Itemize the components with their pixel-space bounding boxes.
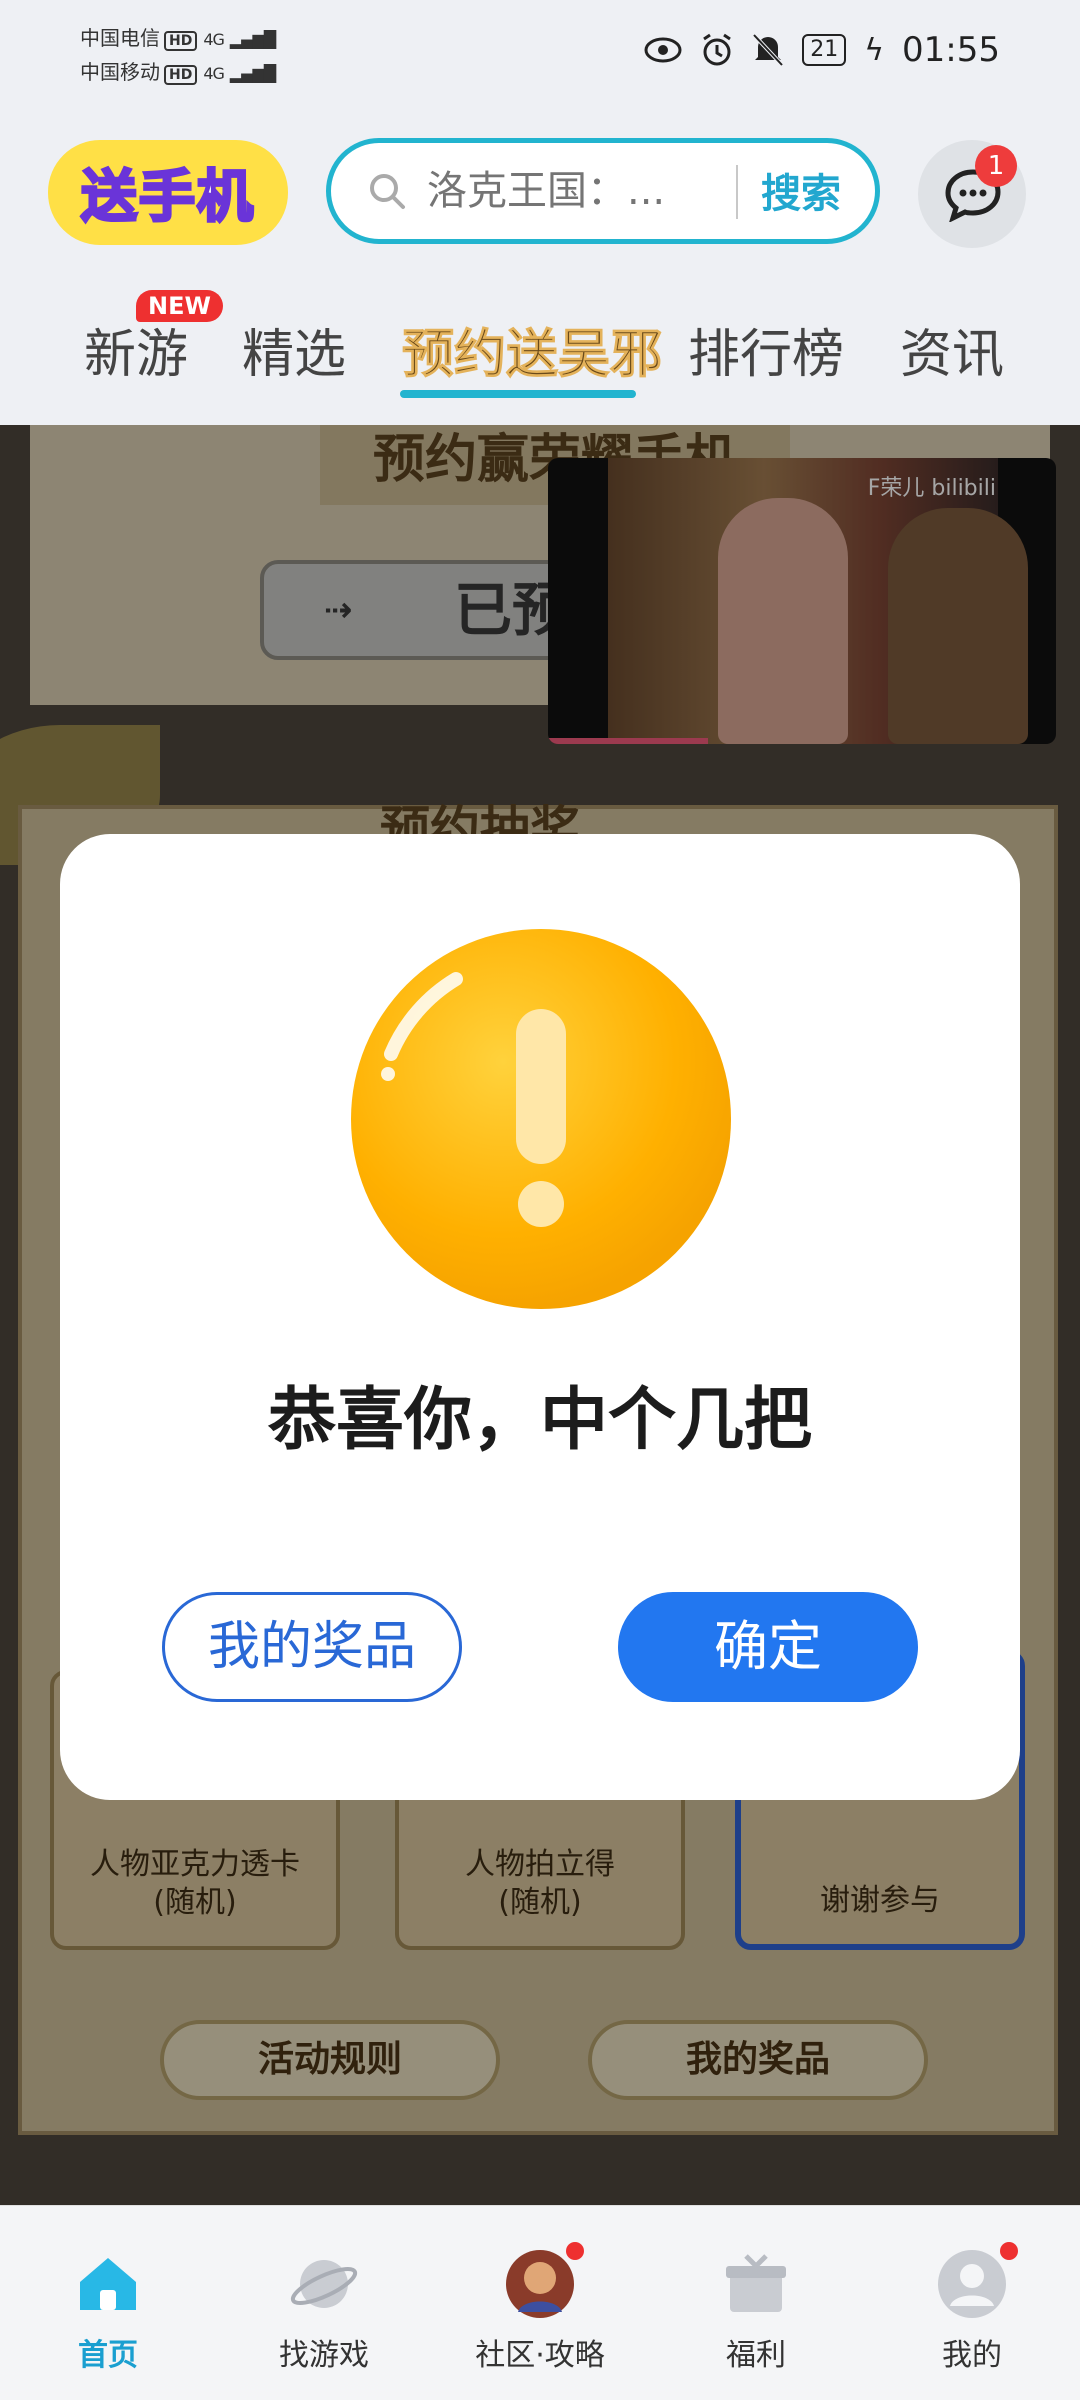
- tab-rankings[interactable]: 排行榜: [688, 312, 844, 387]
- promo-logo-text: 送手机: [80, 164, 255, 232]
- nav-benefits-label: 福利: [726, 2338, 786, 2373]
- search-input[interactable]: [427, 163, 687, 219]
- game-avatar-icon: [506, 2250, 574, 2318]
- user-avatar-icon: [938, 2250, 1006, 2318]
- message-count-badge: 1: [975, 145, 1017, 187]
- nav-profile[interactable]: 我的: [864, 2206, 1080, 2400]
- carrier-info: 中国电信 HD 4G ▂▄▆█ 中国移动 HD 4G ▂▄▆█: [80, 22, 276, 90]
- eye-icon: [644, 37, 682, 63]
- profile-notification-dot: [1000, 2242, 1018, 2260]
- tab-new-games[interactable]: 新游: [84, 312, 188, 387]
- category-tabs: 新游 NEW 精选 预约送吴邪 排行榜 资讯: [0, 290, 1080, 410]
- dialog-title: 恭喜你，中个几把: [267, 1381, 812, 1460]
- planet-icon: [290, 2260, 358, 2308]
- battery-level: 21: [802, 34, 847, 66]
- promo-logo[interactable]: 送手机: [48, 140, 288, 245]
- carrier-2: 中国移动: [80, 60, 160, 84]
- nav-find-games[interactable]: 找游戏: [216, 2206, 432, 2400]
- search-button[interactable]: 搜索: [761, 161, 841, 219]
- status-bar: 中国电信 HD 4G ▂▄▆█ 中国移动 HD 4G ▂▄▆█ 21 ϟ 01:55: [0, 0, 1080, 110]
- search-divider: [736, 165, 738, 219]
- mute-icon: [752, 33, 784, 67]
- network-type: 4G: [203, 30, 225, 49]
- result-dialog: 恭喜你，中个几把 我的奖品 确定: [60, 834, 1020, 1800]
- hd-badge-2: HD: [164, 65, 198, 85]
- charging-icon: ϟ: [864, 32, 885, 68]
- active-tab-indicator: [400, 390, 636, 398]
- nav-profile-label: 我的: [942, 2338, 1002, 2373]
- alarm-icon: [703, 33, 732, 66]
- home-icon: [80, 2258, 136, 2310]
- confirm-button[interactable]: 确定: [618, 1592, 918, 1702]
- gift-box-icon: [726, 2254, 786, 2312]
- clock: 01:55: [902, 30, 1000, 70]
- hd-badge: HD: [164, 31, 198, 51]
- nav-community[interactable]: 社区·攻略: [432, 2206, 648, 2400]
- nav-home[interactable]: 首页: [0, 2206, 216, 2400]
- search-bar[interactable]: 搜索: [326, 138, 880, 244]
- my-prizes-button[interactable]: 我的奖品: [162, 1592, 462, 1702]
- signal-icon-2: ▂▄▆█: [229, 64, 276, 83]
- tab-reserve-promo[interactable]: 预约送吴邪: [401, 312, 662, 387]
- nav-community-label: 社区·攻略: [475, 2338, 605, 2373]
- app-header: 送手机 搜索 1: [0, 110, 1080, 260]
- signal-icon: ▂▄▆█: [229, 30, 276, 49]
- network-type-2: 4G: [203, 64, 225, 83]
- nav-find-games-label: 找游戏: [279, 2338, 369, 2373]
- system-icons: 21 ϟ 01:55: [644, 30, 1000, 70]
- tab-featured[interactable]: 精选: [242, 312, 346, 387]
- exclamation-icon: [351, 929, 731, 1309]
- search-icon: [370, 174, 405, 209]
- tab-news[interactable]: 资讯: [900, 312, 1004, 387]
- bottom-navigation: 首页 找游戏 社区·攻略 福利 我的: [0, 2205, 1080, 2400]
- community-notification-dot: [566, 2242, 584, 2260]
- nav-benefits[interactable]: 福利: [648, 2206, 864, 2400]
- new-badge: NEW: [136, 290, 223, 322]
- nav-home-label: 首页: [78, 2338, 138, 2373]
- carrier-1: 中国电信: [80, 26, 160, 50]
